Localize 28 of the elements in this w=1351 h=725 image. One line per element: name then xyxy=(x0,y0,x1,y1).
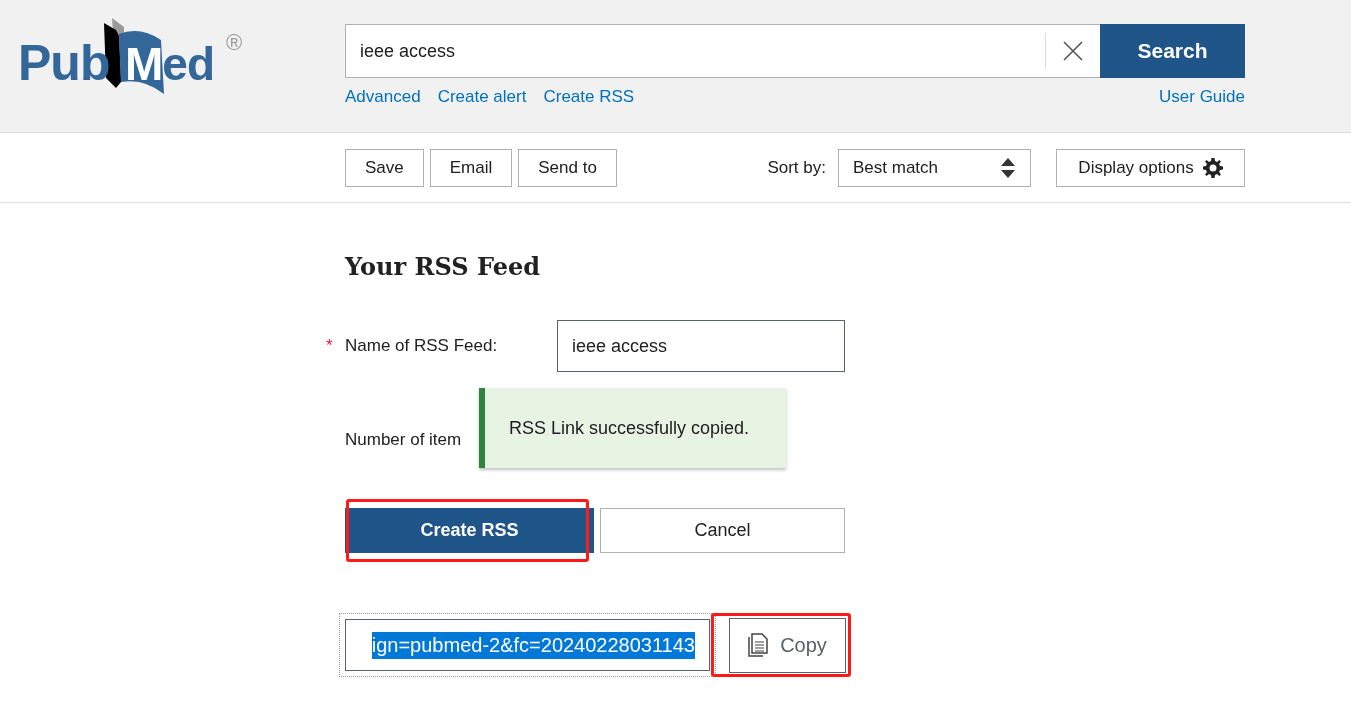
copy-button[interactable]: Copy xyxy=(729,617,846,673)
sort-select[interactable]: Best match xyxy=(838,148,1031,187)
field-label: Name of RSS Feed: xyxy=(345,336,498,355)
header-link[interactable]: Create RSS xyxy=(543,87,635,107)
display-options-button[interactable]: Display options xyxy=(1056,148,1245,187)
settings-icon xyxy=(1202,157,1223,178)
cancel-button[interactable]: Cancel xyxy=(600,508,845,553)
create-button[interactable]: Create RSS xyxy=(345,508,594,553)
success-toast: RSS Link successfully copied. xyxy=(479,388,786,468)
header-link[interactable]: Advanced xyxy=(345,87,421,107)
clear-button[interactable] xyxy=(1045,24,1100,78)
user-guide-link[interactable]: User Guide xyxy=(1159,87,1245,107)
search-field[interactable]: ieee access xyxy=(345,24,1045,78)
toolbar-button[interactable]: Save xyxy=(345,148,424,187)
close-icon xyxy=(1062,41,1083,61)
document-icon xyxy=(748,633,769,657)
field-label: Number of item xyxy=(345,430,462,449)
sort-label: Sort by: xyxy=(767,157,826,178)
header-link[interactable]: Create alert xyxy=(437,87,527,107)
toolbar-button[interactable]: Send to xyxy=(518,148,617,187)
required-mark: * xyxy=(326,336,333,356)
rss-link-field[interactable]: ign=pubmed-2&fc=20240228031143 xyxy=(345,619,710,671)
toolbar-button[interactable]: Email xyxy=(429,148,513,187)
sort-icon xyxy=(1001,157,1015,178)
search-button[interactable]: Search xyxy=(1100,24,1245,78)
feed-name-field[interactable]: ieee access xyxy=(557,320,845,372)
selected-text: ign=pubmed-2&fc=20240228031143 xyxy=(371,631,695,659)
section-title: Your RSS Feed xyxy=(345,252,540,282)
